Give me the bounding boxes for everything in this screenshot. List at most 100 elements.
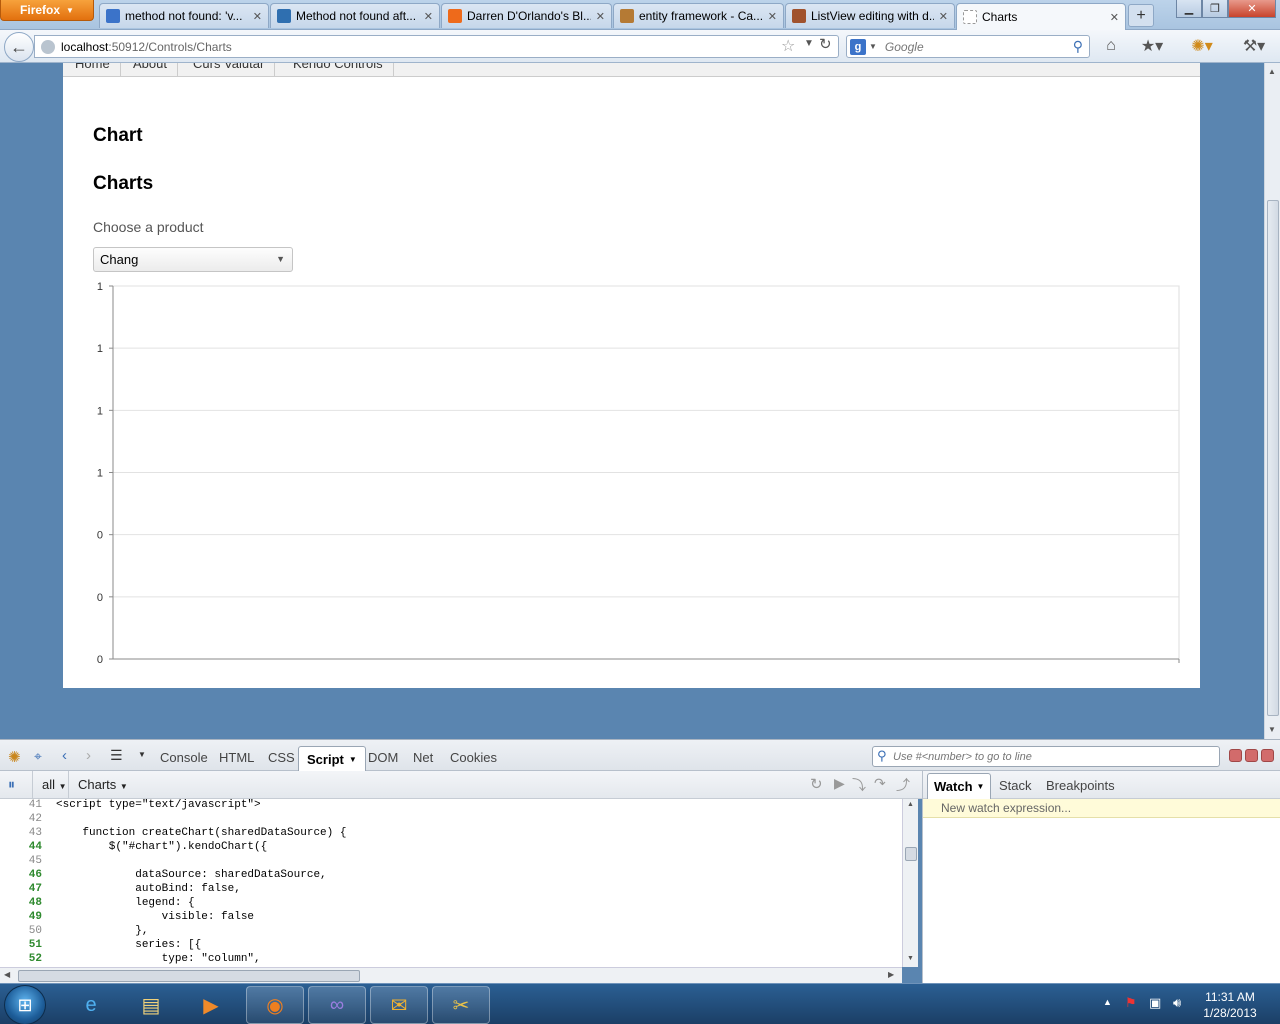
line-number[interactable]: 45 xyxy=(0,855,42,867)
search-bar[interactable]: g ▼ Google ⚲ xyxy=(846,35,1090,58)
line-number[interactable]: 48 xyxy=(0,897,42,909)
code-line[interactable]: 49 visible: false xyxy=(0,911,900,925)
line-number[interactable]: 46 xyxy=(0,869,42,881)
scroll-up-icon[interactable]: ▲ xyxy=(1268,67,1276,76)
close-tab-icon[interactable]: ✕ xyxy=(939,10,948,23)
line-number[interactable]: 47 xyxy=(0,883,42,895)
firefox-menu-button[interactable]: Firefox ▼ xyxy=(0,0,94,21)
chevron-down-icon[interactable]: ▼ xyxy=(349,755,357,764)
inspect-icon[interactable]: ⌖ xyxy=(34,748,42,765)
rerun-icon[interactable]: ↻ xyxy=(810,775,823,793)
maximize-button[interactable]: ❐ xyxy=(1202,0,1228,18)
home-icon[interactable]: ⌂ xyxy=(1100,35,1122,57)
close-tab-icon[interactable]: ✕ xyxy=(424,10,433,23)
code-vertical-scrollbar[interactable]: ▲ ▼ xyxy=(902,799,918,967)
show-hidden-icons-icon[interactable]: ▲ xyxy=(1103,997,1112,1007)
menu-item-home[interactable]: Home xyxy=(65,63,121,77)
reload-icon[interactable]: ↻ xyxy=(819,35,832,53)
code-line[interactable]: 45 xyxy=(0,855,900,869)
menu-item-about[interactable]: About xyxy=(123,63,178,77)
internet-explorer-icon[interactable]: e xyxy=(62,986,120,1024)
volume-icon[interactable]: 🔊︎ xyxy=(1173,995,1181,1011)
scroll-down-icon[interactable]: ▼ xyxy=(1268,725,1276,734)
step-over-icon[interactable]: ↷ xyxy=(874,775,886,792)
code-hscrollbar-thumb[interactable] xyxy=(18,970,360,982)
tab-dom[interactable]: DOM xyxy=(368,750,398,765)
media-player-icon[interactable]: ▶ xyxy=(182,986,240,1024)
menu-item-kendo-controls[interactable]: Kendo Controls xyxy=(283,63,394,77)
code-line[interactable]: 46 dataSource: sharedDataSource, xyxy=(0,869,900,883)
script-filter-select[interactable]: all ▼ xyxy=(42,777,67,792)
code-line[interactable]: 48 legend: { xyxy=(0,897,900,911)
line-number[interactable]: 50 xyxy=(0,925,42,937)
start-button[interactable]: ⊞ xyxy=(4,985,46,1024)
firebug-bug-icon[interactable]: ✺ xyxy=(8,748,21,766)
scroll-left-icon[interactable]: ◀ xyxy=(4,970,10,979)
page-scrollbar-thumb[interactable] xyxy=(1267,200,1279,716)
search-icon[interactable]: ⚲ xyxy=(1073,38,1083,55)
code-line[interactable]: 42 xyxy=(0,813,900,827)
tab-6[interactable]: Charts ✕ xyxy=(956,3,1126,30)
chevron-down-icon[interactable]: ▼ xyxy=(869,42,877,51)
minimize-button[interactable]: ▁ xyxy=(1176,0,1202,18)
tab-cookies[interactable]: Cookies xyxy=(450,750,497,765)
tab-script[interactable]: Script ▼ xyxy=(298,746,366,771)
new-tab-button[interactable]: + xyxy=(1128,4,1154,27)
line-number[interactable]: 44 xyxy=(0,841,42,853)
firebug-search-input[interactable]: Use #<number> to go to line xyxy=(872,746,1220,767)
firefox-taskbar-icon[interactable]: ◉ xyxy=(246,986,304,1024)
code-line[interactable]: 50 }, xyxy=(0,925,900,939)
code-line[interactable]: 44 $("#chart").kendoChart({ xyxy=(0,841,900,855)
scroll-down-icon[interactable]: ▼ xyxy=(907,955,914,962)
chevron-down-icon[interactable]: ▼ xyxy=(276,254,285,264)
url-bar[interactable]: localhost:50912/Controls/Charts xyxy=(34,35,839,58)
tab-breakpoints[interactable]: Breakpoints xyxy=(1046,778,1115,793)
line-number[interactable]: 43 xyxy=(0,827,42,839)
code-line[interactable]: 47 autoBind: false, xyxy=(0,883,900,897)
close-tab-icon[interactable]: ✕ xyxy=(1110,11,1119,24)
firebug-detach-button[interactable] xyxy=(1245,749,1258,762)
tools-icon[interactable]: ⚒▾ xyxy=(1236,35,1272,57)
back-button[interactable]: ← xyxy=(4,32,34,62)
url-history-dropdown-icon[interactable]: ▼ xyxy=(804,38,814,49)
code-line[interactable]: 43 function createChart(sharedDataSource… xyxy=(0,827,900,841)
script-source-view[interactable]: 41 <script type="text/javascript"> 42 43 fu… xyxy=(0,799,902,967)
step-out-icon[interactable]: ⤴ xyxy=(896,775,910,795)
script-file-select[interactable]: Charts ▼ xyxy=(78,777,128,792)
scroll-up-icon[interactable]: ▲ xyxy=(907,801,914,808)
file-explorer-icon[interactable]: ▤ xyxy=(122,986,180,1024)
line-number[interactable]: 42 xyxy=(0,813,42,825)
close-window-button[interactable]: ✕ xyxy=(1228,0,1276,18)
line-number[interactable]: 52 xyxy=(0,953,42,965)
tab-watch[interactable]: Watch ▼ xyxy=(927,773,992,799)
outlook-icon[interactable]: ✉ xyxy=(370,986,428,1024)
tab-3[interactable]: Darren D'Orlando's Bl... ✕ xyxy=(441,3,612,28)
clock-time[interactable]: 11:31 AM xyxy=(1200,990,1260,1004)
close-tab-icon[interactable]: ✕ xyxy=(596,10,605,23)
tab-4[interactable]: entity framework - Ca... ✕ xyxy=(613,3,784,28)
code-horizontal-scrollbar[interactable]: ◀ ▶ xyxy=(0,967,902,983)
tab-css[interactable]: CSS xyxy=(268,750,295,765)
google-engine-icon[interactable]: g xyxy=(850,38,866,55)
code-line[interactable]: 52 type: "column", xyxy=(0,953,900,967)
tab-console[interactable]: Console xyxy=(160,750,208,765)
firebug-minimize-button[interactable] xyxy=(1229,749,1242,762)
break-on-next-icon[interactable]: ⏸ xyxy=(8,776,15,793)
snipping-tool-icon[interactable]: ✂ xyxy=(432,986,490,1024)
line-number[interactable]: 41 xyxy=(0,799,42,811)
firebug-close-button[interactable] xyxy=(1261,749,1274,762)
tab-5[interactable]: ListView editing with d... ✕ xyxy=(785,3,955,28)
tab-net[interactable]: Net xyxy=(413,750,433,765)
code-line[interactable]: 51 series: [{ xyxy=(0,939,900,953)
network-icon[interactable]: ▣ xyxy=(1149,995,1161,1011)
history-back-icon[interactable]: ‹ xyxy=(62,747,67,764)
tab-stack[interactable]: Stack xyxy=(999,778,1032,793)
line-number[interactable]: 51 xyxy=(0,939,42,951)
new-watch-expression[interactable]: New watch expression... xyxy=(923,799,1280,818)
continue-icon[interactable]: ▶ xyxy=(834,775,845,792)
product-dropdown[interactable]: Chang ▼ xyxy=(93,247,293,272)
clock-date[interactable]: 1/28/2013 xyxy=(1200,1006,1260,1020)
chevron-down-icon[interactable]: ▼ xyxy=(977,782,985,791)
tab-2[interactable]: Method not found aft... ✕ xyxy=(270,3,440,28)
bookmark-star-icon[interactable]: ☆ xyxy=(781,36,795,56)
